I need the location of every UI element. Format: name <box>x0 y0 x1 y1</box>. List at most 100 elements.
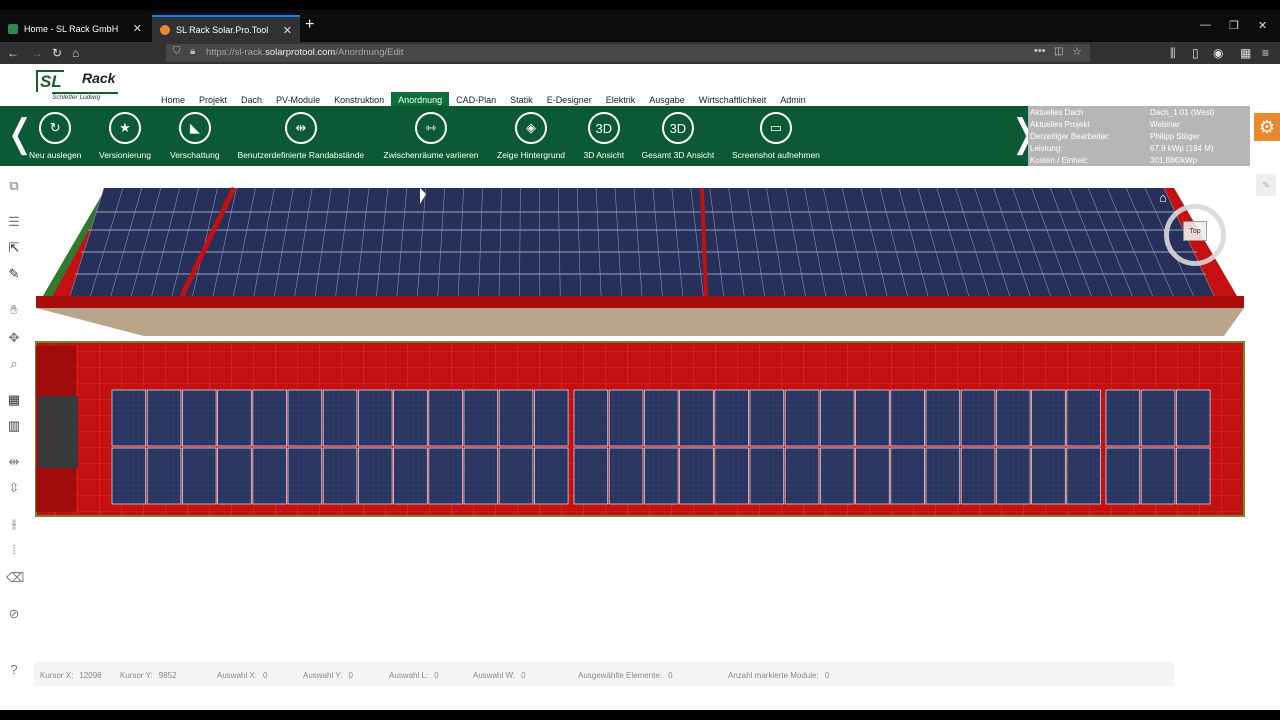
url-bar[interactable]: ⛉ 🔒︎ https://sl-rack.solarprotool.com/An… <box>166 44 1090 62</box>
zoom-icon[interactable]: ⌕ <box>6 356 22 372</box>
pv-module[interactable] <box>1176 389 1211 447</box>
pv-module[interactable] <box>1066 389 1101 447</box>
pv-module[interactable] <box>428 447 463 505</box>
pv-module[interactable] <box>393 389 428 447</box>
pv-module[interactable] <box>181 389 217 447</box>
pv-module[interactable] <box>784 389 820 447</box>
hand-pan-icon[interactable]: ✋︎ <box>6 302 22 318</box>
ruler-icon[interactable]: ⦙ <box>6 542 22 558</box>
pv-module[interactable] <box>784 447 820 505</box>
spread-vertical-icon[interactable]: ⇳ <box>6 480 22 496</box>
home-icon[interactable]: ⌂ <box>72 46 79 60</box>
pv-module[interactable] <box>1176 447 1211 505</box>
more-icon[interactable]: ••• <box>1034 45 1046 57</box>
pencil-icon[interactable]: ✎ <box>6 266 22 282</box>
pv-module[interactable] <box>749 447 785 505</box>
viewcube-top-face[interactable]: Top <box>1183 221 1207 241</box>
view-compass[interactable]: Top <box>1164 204 1226 266</box>
pv-module[interactable] <box>393 447 428 505</box>
back-icon[interactable]: ← <box>7 46 19 60</box>
pv-module[interactable] <box>573 389 609 447</box>
toolbar-button-5[interactable]: ⇿ Zwischenräume variieren <box>384 112 478 160</box>
pv-module[interactable] <box>714 447 749 505</box>
spread-horizontal-icon[interactable]: ⇹ <box>6 454 22 470</box>
library-icon[interactable]: ⫼ <box>1170 46 1176 61</box>
forward-icon[interactable]: → <box>31 46 43 60</box>
pv-module[interactable] <box>146 447 182 505</box>
pv-module[interactable] <box>820 389 855 447</box>
tab-solarprotool[interactable]: SL Rack Solar.Pro.Tool ✕ <box>152 15 300 42</box>
pv-module[interactable] <box>463 389 499 447</box>
eraser-icon[interactable]: ⌫ <box>6 570 24 586</box>
pv-module[interactable] <box>996 447 1031 505</box>
pv-module[interactable] <box>287 389 323 447</box>
pv-module[interactable] <box>287 447 323 505</box>
roof-drawing[interactable] <box>34 176 1249 660</box>
pv-module[interactable] <box>498 447 534 505</box>
pv-module[interactable] <box>252 389 287 447</box>
toolbar-button-6[interactable]: ◈ Zeige Hintergrund <box>497 112 565 160</box>
pv-module[interactable] <box>111 447 147 505</box>
bookmark-star-icon[interactable]: ☆ <box>1072 45 1082 58</box>
pointer-icon[interactable]: ⇱ <box>6 240 22 256</box>
pv-module[interactable] <box>357 389 393 447</box>
toolbar-button-7[interactable]: 3D 3D Ansicht <box>584 112 624 160</box>
pv-module[interactable] <box>608 447 644 505</box>
account-icon[interactable]: ◉ <box>1213 46 1223 60</box>
measure-icon[interactable]: ⊘ <box>6 606 22 622</box>
pv-module[interactable] <box>533 447 569 505</box>
settings-gear-icon[interactable]: ⚙ <box>1254 113 1280 141</box>
toolbar-button-9[interactable]: ▭ Screenshot aufnehmen <box>732 112 820 160</box>
pv-module[interactable] <box>679 389 714 447</box>
module-column-icon[interactable]: ▥ <box>6 418 22 434</box>
tab-home[interactable]: Home - SL Rack GmbH ✕ <box>0 15 150 42</box>
pv-module[interactable] <box>644 447 679 505</box>
pv-module[interactable] <box>996 389 1031 447</box>
toolbar-button-1[interactable]: ↻ Neu auslegen <box>29 112 81 160</box>
toolbar-button-4[interactable]: ⇹ Benutzerdefinierte Randabstände <box>238 112 364 160</box>
pv-module[interactable] <box>960 389 996 447</box>
select-window-icon[interactable]: ⧉ <box>6 178 22 194</box>
close-window-icon[interactable]: ✕ <box>1258 19 1267 32</box>
side-panel-toggle-icon[interactable]: ✎ <box>1256 174 1276 196</box>
pv-module[interactable] <box>357 447 393 505</box>
pv-module[interactable] <box>322 389 358 447</box>
pv-module[interactable] <box>1031 447 1066 505</box>
pv-module[interactable] <box>1140 447 1176 505</box>
pv-module[interactable] <box>1105 389 1141 447</box>
home-view-icon[interactable]: ⌂ <box>1159 190 1167 205</box>
pv-module[interactable] <box>960 447 996 505</box>
pv-module[interactable] <box>498 389 534 447</box>
pv-module[interactable] <box>533 389 569 447</box>
sidebar-icon[interactable]: ▯ <box>1192 46 1199 60</box>
help-icon[interactable]: ? <box>6 662 22 678</box>
sl-rack-logo[interactable]: SL Rack Schletter Ludwig <box>36 70 118 102</box>
pv-module[interactable] <box>252 447 287 505</box>
pv-module[interactable] <box>855 447 890 505</box>
menu-icon[interactable]: ≡ <box>1262 46 1269 60</box>
pv-module[interactable] <box>890 447 925 505</box>
minimize-icon[interactable]: — <box>1200 19 1211 31</box>
pv-module[interactable] <box>1140 389 1176 447</box>
pv-module[interactable] <box>714 389 749 447</box>
pv-module[interactable] <box>1066 447 1101 505</box>
pv-module[interactable] <box>1105 447 1141 505</box>
pv-module[interactable] <box>925 447 961 505</box>
module-grid-icon[interactable]: ▦ <box>6 392 22 408</box>
extensions-icon[interactable]: ▦ <box>1240 46 1251 60</box>
list-icon[interactable]: ☰ <box>6 214 22 230</box>
maximize-icon[interactable]: ❐ <box>1229 19 1239 32</box>
pv-module[interactable] <box>608 389 644 447</box>
pv-module[interactable] <box>428 389 463 447</box>
pv-module[interactable] <box>925 389 961 447</box>
pv-module[interactable] <box>644 389 679 447</box>
move-icon[interactable]: ✥ <box>6 330 22 346</box>
tab-close-icon[interactable]: ✕ <box>133 22 142 35</box>
roof-layout-canvas[interactable]: ⌂ Top <box>34 176 1249 660</box>
pv-module[interactable] <box>749 389 785 447</box>
pv-module[interactable] <box>146 389 182 447</box>
pv-module[interactable] <box>217 447 252 505</box>
pv-module[interactable] <box>322 447 358 505</box>
roof-obstacle[interactable] <box>38 396 78 468</box>
pv-module[interactable] <box>111 389 147 447</box>
